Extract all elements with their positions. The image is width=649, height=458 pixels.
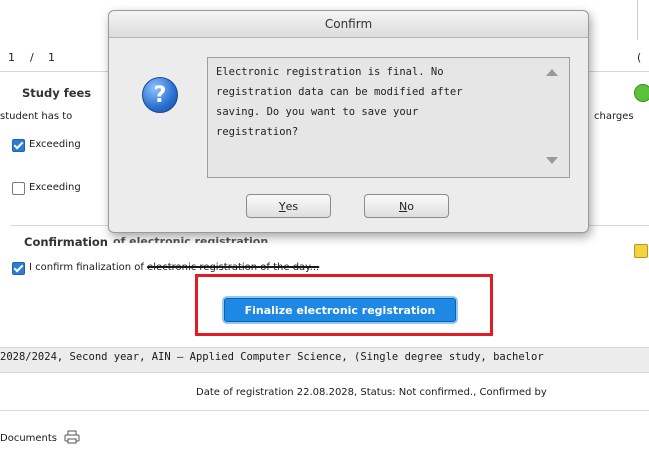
confirm-label-prefix: I confirm finalization of bbox=[29, 262, 144, 273]
student-has-to-text: student has to bbox=[0, 111, 73, 122]
dialog-title: Confirm bbox=[109, 11, 588, 38]
scroll-down-arrow-icon[interactable] bbox=[546, 157, 558, 164]
dialog-message: Electronic registration is final. No reg… bbox=[216, 62, 541, 142]
exceeding-label-1: Exceeding bbox=[29, 139, 81, 150]
no-button[interactable]: No bbox=[364, 194, 449, 218]
pager-total: 1 bbox=[48, 51, 55, 64]
message-box: Electronic registration is final. No reg… bbox=[207, 57, 570, 178]
study-fees-title: Study fees bbox=[22, 86, 92, 100]
yes-label-rest: es bbox=[285, 199, 299, 213]
divider bbox=[0, 410, 649, 411]
confirm-dialog: Confirm ? Electronic registration is fin… bbox=[108, 10, 589, 233]
confirmation-title-hidden: of electronic registration bbox=[113, 235, 269, 243]
scroll-up-arrow-icon[interactable] bbox=[546, 69, 558, 76]
pager-separator: / bbox=[30, 51, 34, 64]
confirm-finalization-checkbox[interactable] bbox=[12, 262, 25, 275]
pager-current: 1 bbox=[8, 51, 15, 64]
right-top-text: ( bbox=[637, 51, 642, 64]
message-line: Electronic registration is final. No bbox=[216, 66, 444, 78]
documents-label: Documents bbox=[0, 433, 58, 444]
divider bbox=[637, 0, 638, 40]
exceeding-checkbox-2[interactable] bbox=[12, 182, 25, 195]
registration-date-text: Date of registration 22.08.2028, Status:… bbox=[196, 387, 547, 398]
study-info-text: 2028/2024, Second year, AIN – Applied Co… bbox=[0, 351, 544, 363]
pager: 1 / 1 bbox=[8, 51, 108, 65]
message-line: registration? bbox=[216, 126, 299, 138]
no-mnemonic: N bbox=[399, 199, 408, 213]
yes-mnemonic: Y bbox=[278, 199, 286, 213]
message-line: registration data can be modified after bbox=[216, 86, 463, 98]
printer-icon[interactable] bbox=[64, 430, 80, 444]
status-smiley-icon bbox=[634, 84, 649, 102]
confirm-label-struck: electronic registration of the day... bbox=[147, 262, 320, 273]
charges-text: charges bbox=[594, 111, 634, 122]
yes-button[interactable]: Yes bbox=[246, 194, 331, 218]
confirmation-title: Confirmation bbox=[24, 235, 108, 249]
no-label-rest: o bbox=[407, 199, 414, 213]
confirm-finalization-label: I confirm finalization of electronic reg… bbox=[29, 262, 319, 273]
exceeding-checkbox-1[interactable] bbox=[12, 139, 25, 152]
question-icon: ? bbox=[142, 77, 178, 113]
finalize-registration-button[interactable]: Finalize electronic registration bbox=[224, 298, 456, 322]
warning-face-icon bbox=[634, 244, 648, 258]
message-line: saving. Do you want to save your bbox=[216, 106, 419, 118]
exceeding-label-2: Exceeding bbox=[29, 182, 81, 193]
